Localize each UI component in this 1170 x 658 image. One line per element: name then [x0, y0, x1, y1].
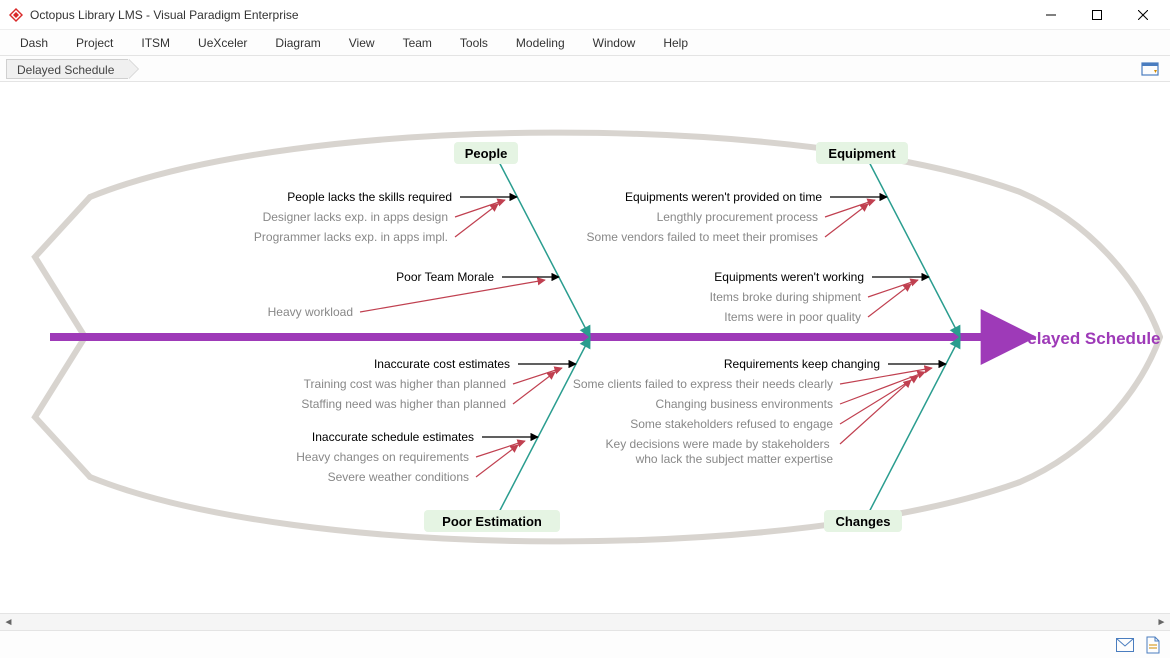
maximize-button[interactable]: [1074, 0, 1120, 30]
subcause-label[interactable]: Heavy changes on requirements: [296, 450, 469, 464]
subcause-label[interactable]: Some stakeholders refused to engage: [630, 417, 833, 431]
cause-label[interactable]: People lacks the skills required: [287, 190, 452, 204]
panel-toggle-icon[interactable]: [1140, 59, 1160, 79]
category-label-equipment: Equipment: [828, 146, 896, 161]
app-icon: [8, 7, 24, 23]
effect-label: Delayed Schedule: [1015, 329, 1161, 348]
category-label-changes: Changes: [836, 514, 891, 529]
subcause-arrow: [840, 380, 911, 444]
menu-project[interactable]: Project: [62, 30, 127, 55]
horizontal-scrollbar[interactable]: ◄ ►: [0, 613, 1170, 630]
subcause-label[interactable]: Lengthly procurement process: [657, 210, 818, 224]
menu-itsm[interactable]: ITSM: [127, 30, 184, 55]
menu-window[interactable]: Window: [579, 30, 650, 55]
menu-view[interactable]: View: [335, 30, 389, 55]
cause-label[interactable]: Inaccurate cost estimates: [374, 357, 510, 371]
menu-tools[interactable]: Tools: [446, 30, 502, 55]
subcause-label[interactable]: Some clients failed to express their nee…: [573, 377, 833, 391]
cause-label[interactable]: Inaccurate schedule estimates: [312, 430, 474, 444]
menu-diagram[interactable]: Diagram: [261, 30, 334, 55]
cause-label[interactable]: Equipments weren't working: [714, 270, 864, 284]
category-label-people: People: [465, 146, 508, 161]
category-label-poor-estimation: Poor Estimation: [442, 514, 542, 529]
cause-label[interactable]: Requirements keep changing: [724, 357, 880, 371]
subcause-label[interactable]: Staffing need was higher than planned: [301, 397, 506, 411]
menu-help[interactable]: Help: [649, 30, 702, 55]
titlebar: Octopus Library LMS - Visual Paradigm En…: [0, 0, 1170, 30]
bone-equipment: [867, 158, 960, 337]
menu-modeling[interactable]: Modeling: [502, 30, 579, 55]
subcause-arrow: [360, 280, 545, 312]
subcause-arrow: [455, 204, 498, 237]
cause-label[interactable]: Poor Team Morale: [396, 270, 494, 284]
subcause-label[interactable]: Items broke during shipment: [710, 290, 862, 304]
menu-uexceler[interactable]: UeXceler: [184, 30, 261, 55]
window-controls: [1028, 0, 1166, 30]
subcause-arrow: [868, 284, 911, 317]
bone-people: [497, 158, 590, 337]
subcause-label[interactable]: Designer lacks exp. in apps design: [263, 210, 448, 224]
diagram-canvas[interactable]: Delayed Schedule People People lacks the…: [0, 82, 1170, 618]
document-icon[interactable]: [1144, 636, 1162, 654]
mail-icon[interactable]: [1116, 636, 1134, 654]
cause-label[interactable]: Equipments weren't provided on time: [625, 190, 822, 204]
subcause-label[interactable]: Heavy workload: [268, 305, 353, 319]
subcause-arrow: [513, 368, 562, 384]
scroll-right-arrow[interactable]: ►: [1153, 614, 1170, 631]
menubar: Dash Project ITSM UeXceler Diagram View …: [0, 30, 1170, 56]
subcause-arrow: [868, 280, 918, 297]
subcause-label[interactable]: Severe weather conditions: [328, 470, 469, 484]
minimize-button[interactable]: [1028, 0, 1074, 30]
menu-dash[interactable]: Dash: [6, 30, 62, 55]
statusbar: [0, 630, 1170, 658]
window-title: Octopus Library LMS - Visual Paradigm En…: [30, 8, 1028, 22]
subcause-arrow: [825, 204, 868, 237]
subcause-label[interactable]: Some vendors failed to meet their promis…: [587, 230, 818, 244]
close-button[interactable]: [1120, 0, 1166, 30]
subcause-arrow: [476, 441, 525, 457]
subcause-arrow: [455, 200, 505, 217]
subcause-arrow: [825, 200, 875, 217]
subcause-label[interactable]: Changing business environments: [656, 397, 833, 411]
subcause-label[interactable]: Key decisions were made by stakeholders …: [606, 437, 834, 466]
breadcrumb-bar: Delayed Schedule: [0, 56, 1170, 82]
subcause-label[interactable]: Programmer lacks exp. in apps impl.: [254, 230, 448, 244]
breadcrumb-current[interactable]: Delayed Schedule: [6, 59, 128, 79]
subcause-label[interactable]: Items were in poor quality: [724, 310, 861, 324]
subcause-label[interactable]: Training cost was higher than planned: [304, 377, 506, 391]
scroll-left-arrow[interactable]: ◄: [0, 614, 17, 631]
menu-team[interactable]: Team: [389, 30, 446, 55]
